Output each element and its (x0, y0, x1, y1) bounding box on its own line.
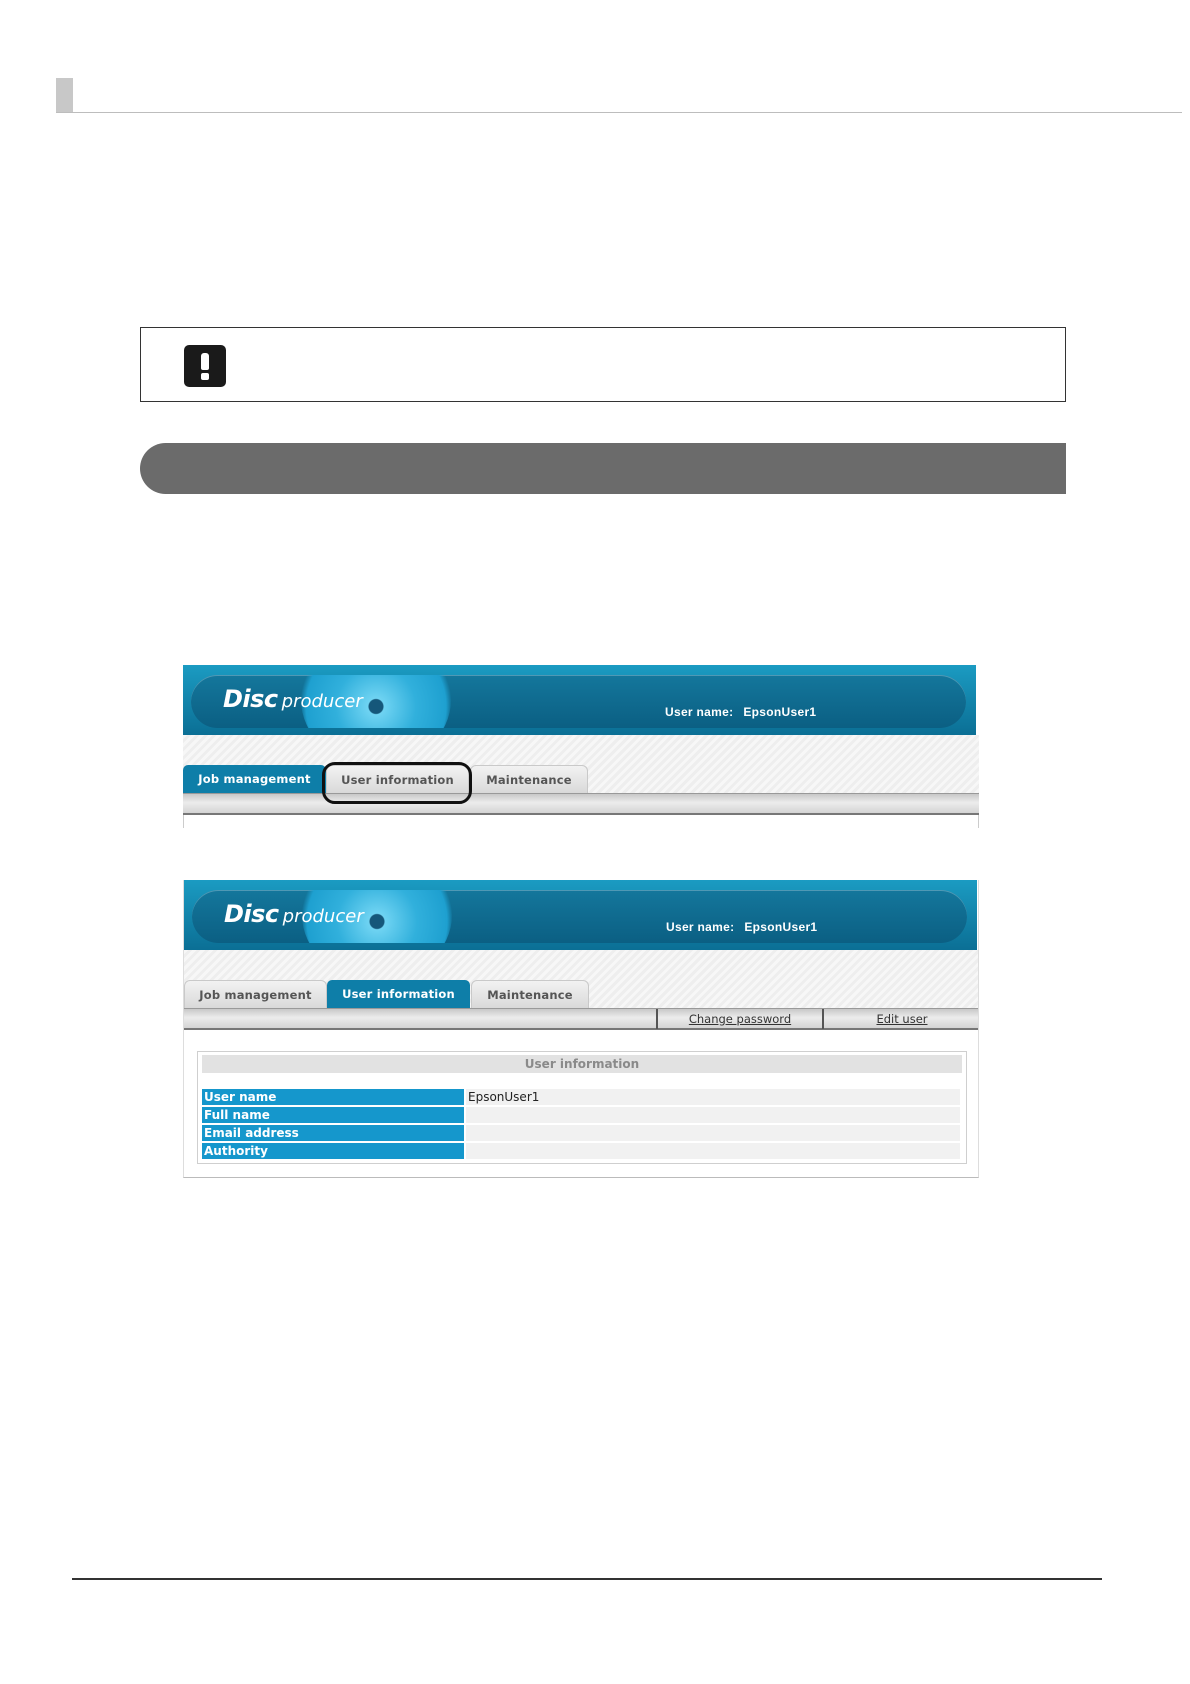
toolbar-strip: Change password Edit user (184, 1008, 978, 1030)
header-rule (56, 112, 1182, 113)
field-label: Email address (202, 1125, 464, 1141)
toolbar-strip (183, 793, 979, 815)
tab-maintenance[interactable]: Maintenance (471, 980, 589, 1008)
tab-maintenance[interactable]: Maintenance (470, 765, 588, 793)
tab-job-management[interactable]: Job management (183, 765, 326, 793)
page-body (183, 815, 979, 828)
user-name-value: EpsonUser1 (744, 920, 818, 934)
user-information-panel: User information User name EpsonUser1 Fu… (197, 1051, 967, 1164)
info-row-email-address: Email address (202, 1125, 960, 1142)
edit-user-link[interactable]: Edit user (822, 1009, 978, 1029)
field-label: Full name (202, 1107, 464, 1123)
app-header: Disc producer User name: EpsonUser1 (184, 880, 977, 950)
footer-rule (72, 1578, 1102, 1580)
tab-bar: Job management User information Maintena… (184, 950, 978, 1008)
field-label: User name (202, 1089, 464, 1105)
current-user: User name: EpsonUser1 (665, 705, 816, 719)
disc-producer-logo: Disc producer (224, 900, 364, 928)
app-header: Disc producer User name: EpsonUser1 (183, 665, 976, 735)
current-user: User name: EpsonUser1 (666, 920, 817, 934)
field-value (466, 1143, 960, 1159)
tab-user-information[interactable]: User information (327, 980, 470, 1008)
section-banner (140, 443, 1066, 494)
user-name-label: User name: (665, 705, 734, 719)
tab-job-management[interactable]: Job management (184, 980, 327, 1008)
info-row-full-name: Full name (202, 1107, 960, 1124)
app-header-bar: Disc producer User name: EpsonUser1 (192, 890, 967, 943)
app-header-bar: Disc producer User name: EpsonUser1 (191, 675, 966, 728)
field-value: EpsonUser1 (466, 1089, 960, 1105)
user-name-label: User name: (666, 920, 735, 934)
field-label: Authority (202, 1143, 464, 1159)
panel-title: User information (202, 1055, 962, 1073)
tab-bar: Job management User information Maintena… (183, 735, 979, 793)
screenshot-user-information: Disc producer User name: EpsonUser1 Job ma… (183, 880, 979, 1178)
info-row-authority: Authority (202, 1143, 960, 1160)
screenshot-job-management: Disc producer User name: EpsonUser1 Job ma… (183, 665, 979, 828)
page-header-marker (56, 78, 73, 112)
tab-user-information[interactable]: User information (326, 765, 469, 793)
disc-producer-logo: Disc producer (223, 685, 363, 713)
field-value (466, 1125, 960, 1141)
change-password-link[interactable]: Change password (656, 1009, 822, 1029)
info-row-user-name: User name EpsonUser1 (202, 1089, 960, 1106)
field-value (466, 1107, 960, 1123)
user-name-value: EpsonUser1 (743, 705, 817, 719)
exclamation-icon (184, 345, 226, 387)
important-note-box (140, 327, 1066, 402)
